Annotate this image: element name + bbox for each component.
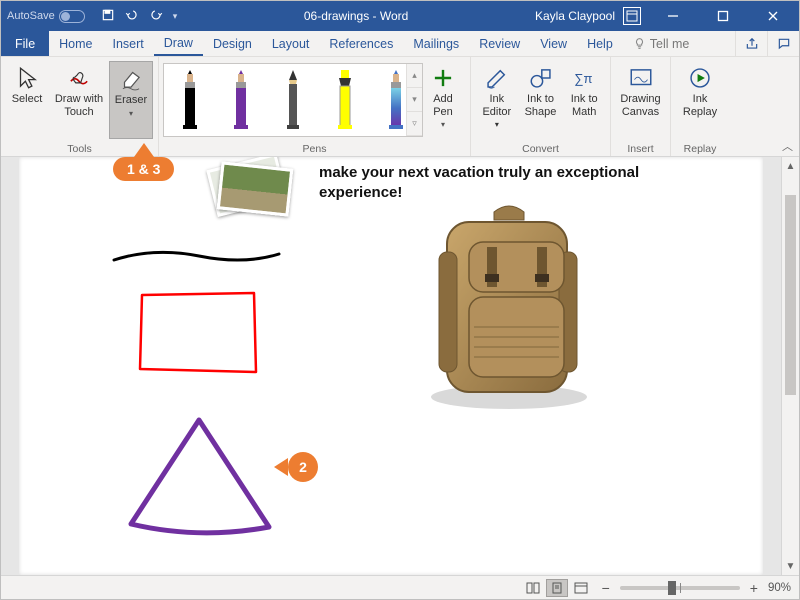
pencil-gray-icon[interactable]: [276, 70, 310, 130]
document-area: make your next vacation truly an excepti…: [1, 157, 799, 575]
callout-2: 2: [274, 452, 318, 482]
print-layout-button[interactable]: [546, 579, 568, 597]
draw-with-touch-button[interactable]: Draw with Touch: [49, 61, 109, 139]
eraser-button[interactable]: Eraser ▾: [109, 61, 153, 139]
drawing-canvas-label: Drawing Canvas: [615, 93, 666, 118]
account-username[interactable]: Kayla Claypool: [535, 9, 615, 23]
group-label-insert: Insert: [615, 143, 666, 156]
redo-icon[interactable]: [149, 8, 163, 25]
scroll-up-icon[interactable]: ▲: [782, 157, 799, 175]
body-text: make your next vacation truly an excepti…: [319, 163, 659, 204]
lightbulb-icon: [633, 37, 646, 50]
status-bar: − + 90%: [1, 575, 799, 599]
scroll-down-icon[interactable]: ▼: [782, 557, 799, 575]
close-button[interactable]: [751, 1, 795, 31]
svg-text:∑π: ∑π: [574, 71, 592, 86]
ink-triangle: [119, 412, 279, 542]
tab-help[interactable]: Help: [577, 31, 623, 56]
ink-editor-icon: [484, 65, 510, 91]
tab-design[interactable]: Design: [203, 31, 262, 56]
zoom-slider[interactable]: [620, 586, 740, 590]
ribbon-display-icon[interactable]: [623, 7, 641, 25]
ink-replay-button[interactable]: Ink Replay: [675, 61, 725, 139]
ink-to-shape-button[interactable]: Ink to Shape: [519, 61, 563, 139]
pens-gallery[interactable]: ▴▾▿: [163, 63, 423, 137]
view-switcher: [522, 579, 592, 597]
callout-1-and-3-label: 1 & 3: [113, 157, 174, 181]
touch-icon: [66, 65, 92, 91]
select-label: Select: [12, 93, 43, 106]
ink-editor-label: Ink Editor: [475, 93, 519, 118]
document-title: 06-drawings - Word: [177, 9, 535, 23]
ink-to-shape-label: Ink to Shape: [519, 93, 563, 118]
eraser-label: Eraser: [115, 94, 147, 107]
backpack-image: [409, 202, 609, 412]
minimize-button[interactable]: [651, 1, 695, 31]
tell-me-label: Tell me: [650, 37, 690, 51]
callout-1-and-3: 1 & 3: [113, 143, 174, 181]
highlighter-yellow-icon[interactable]: [328, 70, 362, 130]
tab-layout[interactable]: Layout: [262, 31, 320, 56]
undo-icon[interactable]: [125, 8, 139, 25]
group-label-pens: Pens: [163, 143, 466, 156]
ink-editor-button[interactable]: Ink Editor▾: [475, 61, 519, 139]
ink-replay-icon: [687, 65, 713, 91]
tab-file[interactable]: File: [1, 31, 49, 56]
share-button[interactable]: [735, 31, 767, 56]
tab-mailings[interactable]: Mailings: [403, 31, 469, 56]
title-bar: AutoSave ▾ 06-drawings - Word Kayla Clay…: [1, 1, 799, 31]
zoom-out-button[interactable]: −: [602, 580, 610, 596]
group-label-convert: Convert: [475, 143, 606, 156]
maximize-button[interactable]: [701, 1, 745, 31]
ribbon-tabs: File Home Insert Draw Design Layout Refe…: [1, 31, 799, 57]
pen-purple-icon[interactable]: [224, 70, 258, 130]
ink-to-math-button[interactable]: ∑π Ink to Math: [562, 61, 606, 139]
read-mode-button[interactable]: [522, 579, 544, 597]
ink-replay-label: Ink Replay: [675, 93, 725, 118]
callout-2-label: 2: [288, 452, 318, 482]
ink-to-shape-icon: [528, 65, 554, 91]
collapse-ribbon-icon[interactable]: ︿: [782, 138, 793, 154]
ink-to-math-icon: ∑π: [571, 65, 597, 91]
ribbon-draw: Select Draw with Touch Eraser ▾ Tools: [1, 57, 799, 157]
tab-home[interactable]: Home: [49, 31, 102, 56]
group-label-replay: Replay: [675, 143, 725, 156]
save-icon[interactable]: [101, 8, 115, 25]
autosave-toggle[interactable]: AutoSave: [7, 10, 85, 23]
zoom-percent[interactable]: 90%: [768, 582, 791, 594]
add-pen-label: Add Pen: [423, 93, 463, 118]
cursor-icon: [14, 65, 40, 91]
toggle-off-icon: [59, 10, 85, 23]
photo-stack: [211, 159, 291, 215]
draw-with-touch-label: Draw with Touch: [49, 93, 109, 118]
eraser-icon: [118, 66, 144, 92]
ink-to-math-label: Ink to Math: [562, 93, 606, 118]
select-button[interactable]: Select: [5, 61, 49, 139]
pen-black-icon[interactable]: [173, 70, 207, 130]
ink-squiggle: [109, 242, 284, 272]
tell-me-search[interactable]: Tell me: [623, 31, 700, 56]
document-page[interactable]: make your next vacation truly an excepti…: [19, 157, 763, 575]
vertical-scrollbar[interactable]: ▲ ▼: [781, 157, 799, 575]
tab-insert[interactable]: Insert: [103, 31, 154, 56]
tab-review[interactable]: Review: [469, 31, 530, 56]
zoom-in-button[interactable]: +: [750, 580, 758, 596]
tab-references[interactable]: References: [319, 31, 403, 56]
pens-scroll[interactable]: ▴▾▿: [406, 64, 422, 136]
web-layout-button[interactable]: [570, 579, 592, 597]
scroll-thumb[interactable]: [785, 195, 796, 395]
autosave-label: AutoSave: [7, 10, 55, 22]
comments-button[interactable]: [767, 31, 799, 56]
plus-icon: [430, 65, 456, 91]
drawing-canvas-icon: [628, 65, 654, 91]
add-pen-button[interactable]: Add Pen ▾: [423, 61, 463, 139]
tab-draw[interactable]: Draw: [154, 31, 203, 56]
ink-rectangle: [134, 287, 264, 382]
drawing-canvas-button[interactable]: Drawing Canvas: [615, 61, 666, 139]
tab-view[interactable]: View: [530, 31, 577, 56]
